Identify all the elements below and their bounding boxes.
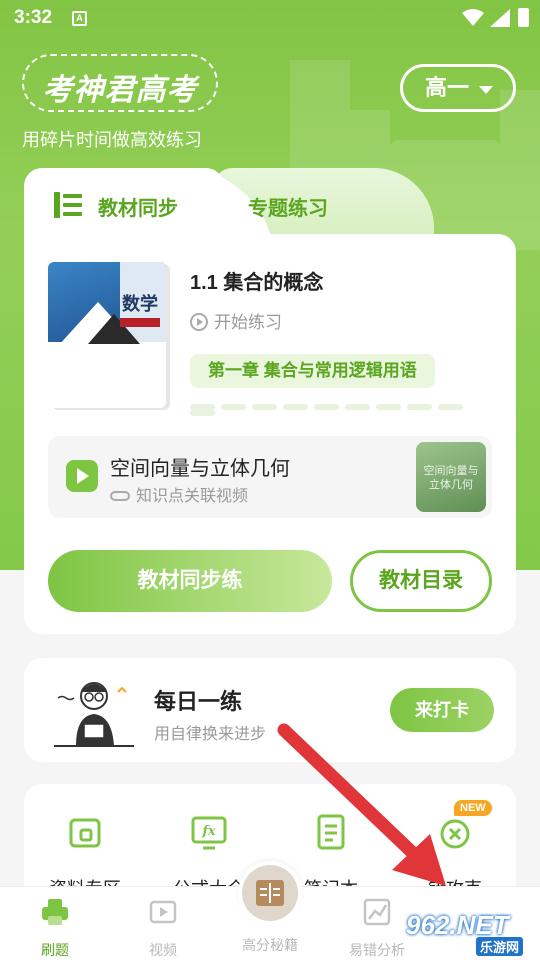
textbook-cover[interactable]: 数学 — [48, 262, 166, 408]
svg-text:fx: fx — [201, 824, 216, 839]
video-subtitle-row: 知识点关联视频 — [110, 482, 248, 506]
video-thumbnail-text: 空间向量与立体几何 — [423, 465, 479, 491]
new-badge: NEW — [454, 800, 492, 816]
folder-icon — [69, 818, 101, 848]
slogan: 用碎片时间做高效练习 — [22, 130, 202, 150]
cover-tag — [120, 318, 160, 327]
daily-practice-card: 每日一练 用自律换来进步 来打卡 — [24, 658, 516, 762]
chevron-down-icon — [479, 86, 493, 94]
nav-item-practice[interactable]: 刷题 — [10, 897, 100, 960]
nav-center-disc — [242, 865, 298, 921]
related-video-card[interactable]: 空间向量与立体几何 知识点关联视频 空间向量与立体几何 — [48, 436, 492, 518]
nav-label: 高分秘籍 — [242, 937, 298, 953]
start-practice-label: 开始练习 — [214, 313, 282, 332]
start-practice-link[interactable]: 开始练习 — [190, 308, 282, 333]
video-subtitle: 知识点关联视频 — [136, 488, 249, 505]
video-icon — [149, 900, 177, 924]
lesson-title[interactable]: 1.1 集合的概念 — [190, 266, 323, 295]
book-icon — [256, 880, 284, 906]
play-icon — [66, 460, 98, 492]
error-fix-icon — [440, 819, 470, 849]
play-circle-icon — [190, 313, 208, 331]
link-icon — [110, 491, 130, 501]
status-time: 3:32 — [14, 7, 53, 28]
nav-center-button[interactable] — [238, 861, 302, 925]
daily-subtitle: 用自律换来进步 — [154, 726, 267, 743]
sync-practice-button[interactable]: 教材同步练 — [48, 550, 332, 612]
nav-label: 视频 — [149, 942, 177, 958]
app-notification-icon: A — [72, 11, 87, 26]
grade-select[interactable]: 高一 — [400, 64, 516, 112]
chapter-badge: 第一章 集合与常用逻辑用语 — [190, 354, 435, 388]
cover-title: 数学 — [122, 294, 158, 315]
wifi-icon — [462, 9, 484, 26]
battery-icon — [518, 8, 529, 27]
checkin-button[interactable]: 来打卡 — [390, 688, 494, 732]
app-logo: 考神君高考 — [22, 54, 218, 112]
progress-indicator — [190, 404, 494, 416]
status-bar: 3:32 A — [0, 0, 540, 36]
video-thumbnail: 空间向量与立体几何 — [416, 442, 486, 512]
watermark-logo: 962.NET 乐游网 — [400, 906, 536, 956]
tab-label-topic-practice: 专题练习 — [248, 198, 328, 220]
catalog-button[interactable]: 教材目录 — [350, 550, 492, 612]
chart-icon — [363, 898, 391, 926]
nav-label: 刷题 — [41, 942, 69, 958]
student-illustration — [54, 682, 134, 747]
formula-icon: fx — [191, 816, 227, 850]
logo-text: 考神君高考 — [42, 74, 198, 107]
printer-icon — [42, 899, 68, 925]
nav-item-video[interactable]: 视频 — [118, 897, 208, 960]
nav-item-secrets[interactable]: 高分秘籍 — [225, 935, 315, 955]
watermark-subtext: 乐游网 — [476, 937, 524, 956]
signal-icon — [490, 9, 510, 27]
textbook-card: 教材同步 专题练习 数学 1.1 集合的概念 开始练习 第一章 集合与常用逻辑用… — [24, 168, 516, 634]
notebook-icon — [317, 814, 345, 850]
tab-label-textbook-sync: 教材同步 — [98, 198, 178, 220]
card-body: 数学 1.1 集合的概念 开始练习 第一章 集合与常用逻辑用语 空间向量与立体几… — [24, 234, 516, 634]
grade-select-value: 高一 — [425, 75, 470, 100]
video-title: 空间向量与立体几何 — [110, 458, 290, 480]
textbook-icon — [54, 192, 82, 218]
daily-title: 每日一练 — [154, 689, 243, 714]
